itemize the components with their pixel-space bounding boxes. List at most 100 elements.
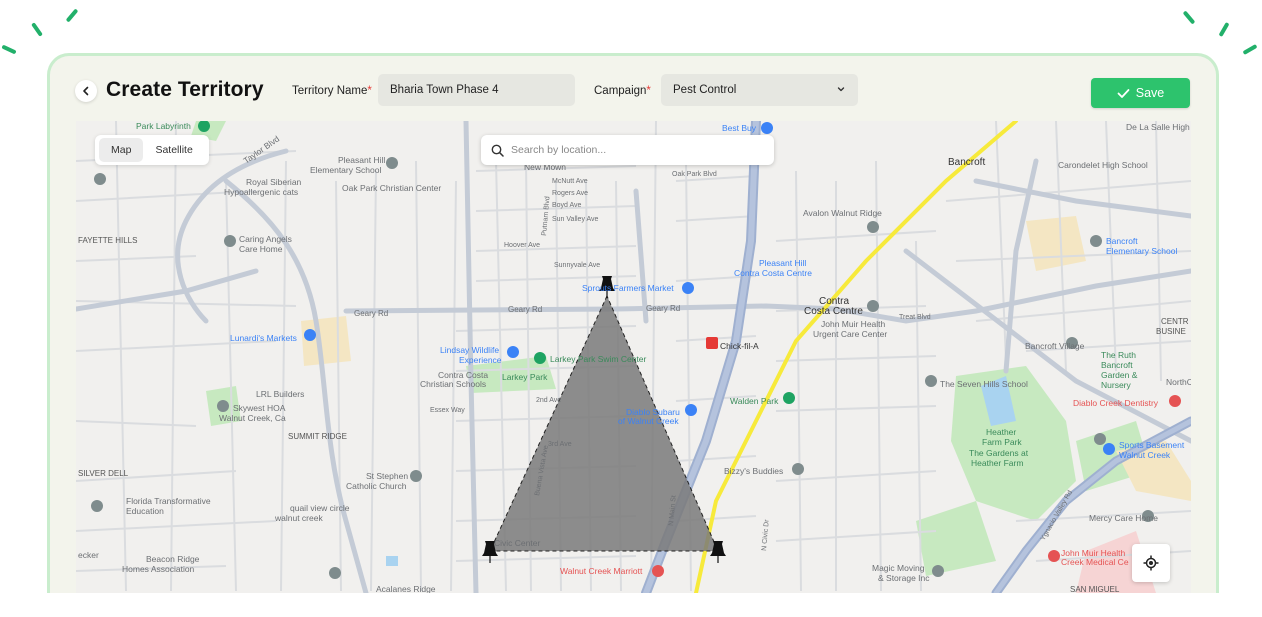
- svg-text:Geary Rd: Geary Rd: [508, 305, 542, 314]
- svg-text:Walnut Creek: Walnut Creek: [1119, 450, 1171, 460]
- search-icon: [491, 144, 504, 157]
- svg-text:ecker: ecker: [78, 550, 99, 560]
- svg-text:Bancroft: Bancroft: [1101, 360, 1133, 370]
- svg-text:Civic Center: Civic Center: [494, 538, 540, 548]
- svg-text:Lindsay Wildlife: Lindsay Wildlife: [440, 345, 499, 355]
- page-title: Create Territory: [106, 78, 264, 101]
- svg-text:Bizzy's Buddies: Bizzy's Buddies: [724, 466, 783, 476]
- svg-text:Larkey Park: Larkey Park: [502, 372, 548, 382]
- svg-text:Pleasant Hill: Pleasant Hill: [338, 155, 385, 165]
- svg-text:3rd Ave: 3rd Ave: [548, 441, 572, 448]
- svg-text:Care Home: Care Home: [239, 244, 283, 254]
- sparkle-decoration: [1242, 44, 1258, 55]
- svg-text:Elementary School: Elementary School: [310, 165, 381, 175]
- svg-text:Bancroft: Bancroft: [948, 157, 985, 168]
- svg-text:Homes Association: Homes Association: [122, 564, 195, 574]
- svg-text:Costa Centre: Costa Centre: [804, 306, 863, 317]
- svg-text:Bancroft Village: Bancroft Village: [1025, 341, 1085, 351]
- svg-text:Hypoallergenic cats: Hypoallergenic cats: [224, 187, 298, 197]
- svg-text:Garden &: Garden &: [1101, 370, 1138, 380]
- svg-text:of Walnut Creek: of Walnut Creek: [618, 416, 679, 426]
- svg-text:SAN MIGUEL: SAN MIGUEL: [1070, 585, 1120, 593]
- sparkle-decoration: [1218, 22, 1230, 37]
- svg-text:The Gardens at: The Gardens at: [969, 448, 1029, 458]
- svg-text:Beacon Ridge: Beacon Ridge: [146, 554, 200, 564]
- svg-text:LRL Builders: LRL Builders: [256, 389, 304, 399]
- svg-text:Essex Way: Essex Way: [430, 407, 465, 414]
- svg-text:Carondelet High School: Carondelet High School: [1058, 160, 1148, 170]
- svg-text:Diablo Creek Dentistry: Diablo Creek Dentistry: [1073, 398, 1159, 408]
- svg-text:Mercy Care Home: Mercy Care Home: [1089, 513, 1158, 523]
- location-search: [481, 135, 774, 165]
- svg-text:Rogers Ave: Rogers Ave: [552, 190, 588, 197]
- svg-text:Acalanes Ridge: Acalanes Ridge: [376, 584, 436, 593]
- svg-text:Boyd Ave: Boyd Ave: [552, 202, 582, 209]
- map-canvas[interactable]: Park Labyrinth Taylor Blvd Royal Siberia…: [76, 121, 1191, 593]
- sparkle-decoration: [1182, 10, 1196, 25]
- svg-text:Creek Medical Ce: Creek Medical Ce: [1061, 557, 1129, 567]
- svg-text:De La Salle High: De La Salle High: [1126, 122, 1190, 132]
- svg-text:Bancroft: Bancroft: [1106, 236, 1138, 246]
- svg-text:Heather: Heather: [986, 427, 1016, 437]
- satellite-view-option[interactable]: Satellite: [143, 138, 204, 162]
- svg-text:Catholic Church: Catholic Church: [346, 481, 407, 491]
- svg-text:Elementary School: Elementary School: [1106, 246, 1177, 256]
- svg-text:Magic Moving: Magic Moving: [872, 563, 925, 573]
- svg-text:Park Labyrinth: Park Labyrinth: [136, 121, 191, 131]
- territory-name-label: Territory Name*: [292, 85, 372, 97]
- svg-text:Caring Angels: Caring Angels: [239, 234, 292, 244]
- svg-text:BUSINE: BUSINE: [1156, 327, 1186, 336]
- campaign-select[interactable]: Pest Control: [661, 74, 858, 106]
- svg-text:SILVER DELL: SILVER DELL: [78, 469, 129, 478]
- svg-text:Walnut Creek, Ca: Walnut Creek, Ca: [219, 413, 286, 423]
- svg-text:SUMMIT RIDGE: SUMMIT RIDGE: [288, 432, 347, 441]
- save-label: Save: [1135, 86, 1165, 100]
- territory-name-value: Bharia Town Phase 4: [390, 84, 499, 96]
- svg-text:The Ruth: The Ruth: [1101, 350, 1136, 360]
- svg-text:NorthCre: NorthCre: [1166, 377, 1191, 387]
- svg-text:Geary Rd: Geary Rd: [646, 304, 680, 313]
- back-button[interactable]: [75, 80, 97, 102]
- check-icon: [1117, 88, 1130, 98]
- svg-text:Best Buy: Best Buy: [722, 123, 757, 133]
- create-territory-panel: Create Territory Territory Name* Bharia …: [47, 53, 1219, 593]
- svg-text:Urgent Care Center: Urgent Care Center: [813, 329, 887, 339]
- campaign-label: Campaign*: [594, 85, 651, 97]
- page-header: Create Territory Territory Name* Bharia …: [50, 56, 1216, 124]
- locate-me-button[interactable]: [1132, 544, 1170, 582]
- svg-text:Treat Blvd: Treat Blvd: [899, 314, 931, 321]
- svg-text:Avalon Walnut Ridge: Avalon Walnut Ridge: [803, 208, 882, 218]
- svg-text:St Stephen: St Stephen: [366, 471, 408, 481]
- svg-text:John Muir Health: John Muir Health: [821, 319, 886, 329]
- svg-text:Education: Education: [126, 506, 164, 516]
- search-input[interactable]: [511, 144, 751, 156]
- svg-text:quail view circle: quail view circle: [290, 503, 350, 513]
- svg-text:Sports Basement: Sports Basement: [1119, 440, 1185, 450]
- svg-text:Farm Park: Farm Park: [982, 437, 1022, 447]
- svg-text:Oak Park Christian Center: Oak Park Christian Center: [342, 183, 441, 193]
- sparkle-decoration: [31, 22, 43, 37]
- sparkle-decoration: [1, 44, 17, 55]
- svg-text:Oak Park Blvd: Oak Park Blvd: [672, 171, 717, 178]
- svg-text:CENTR: CENTR: [1161, 317, 1189, 326]
- territory-polygon[interactable]: [489, 294, 719, 552]
- svg-text:N Civic Dr: N Civic Dr: [761, 519, 771, 552]
- svg-text:McNutt Ave: McNutt Ave: [552, 178, 588, 185]
- svg-text:The Seven Hills School: The Seven Hills School: [940, 379, 1028, 389]
- svg-text:Walden Park: Walden Park: [730, 396, 779, 406]
- svg-text:Sunnyvale Ave: Sunnyvale Ave: [554, 262, 600, 269]
- svg-text:Pleasant Hill: Pleasant Hill: [759, 258, 806, 268]
- territory-map[interactable]: Park Labyrinth Taylor Blvd Royal Siberia…: [76, 121, 1191, 593]
- svg-text:walnut creek: walnut creek: [274, 513, 323, 523]
- territory-name-input[interactable]: Bharia Town Phase 4: [378, 74, 575, 106]
- svg-text:Lunardi's Markets: Lunardi's Markets: [230, 333, 297, 343]
- svg-text:Geary Rd: Geary Rd: [354, 309, 388, 318]
- svg-text:Experience: Experience: [459, 355, 502, 365]
- svg-text:Royal Siberian: Royal Siberian: [246, 177, 302, 187]
- svg-text:Putnam Blvd: Putnam Blvd: [541, 196, 551, 236]
- map-view-option[interactable]: Map: [99, 138, 144, 162]
- svg-text:Sun Valley Ave: Sun Valley Ave: [552, 216, 599, 223]
- save-button[interactable]: Save: [1091, 78, 1190, 108]
- svg-text:Hoover Ave: Hoover Ave: [504, 242, 540, 249]
- svg-text:FAYETTE HILLS: FAYETTE HILLS: [78, 236, 137, 245]
